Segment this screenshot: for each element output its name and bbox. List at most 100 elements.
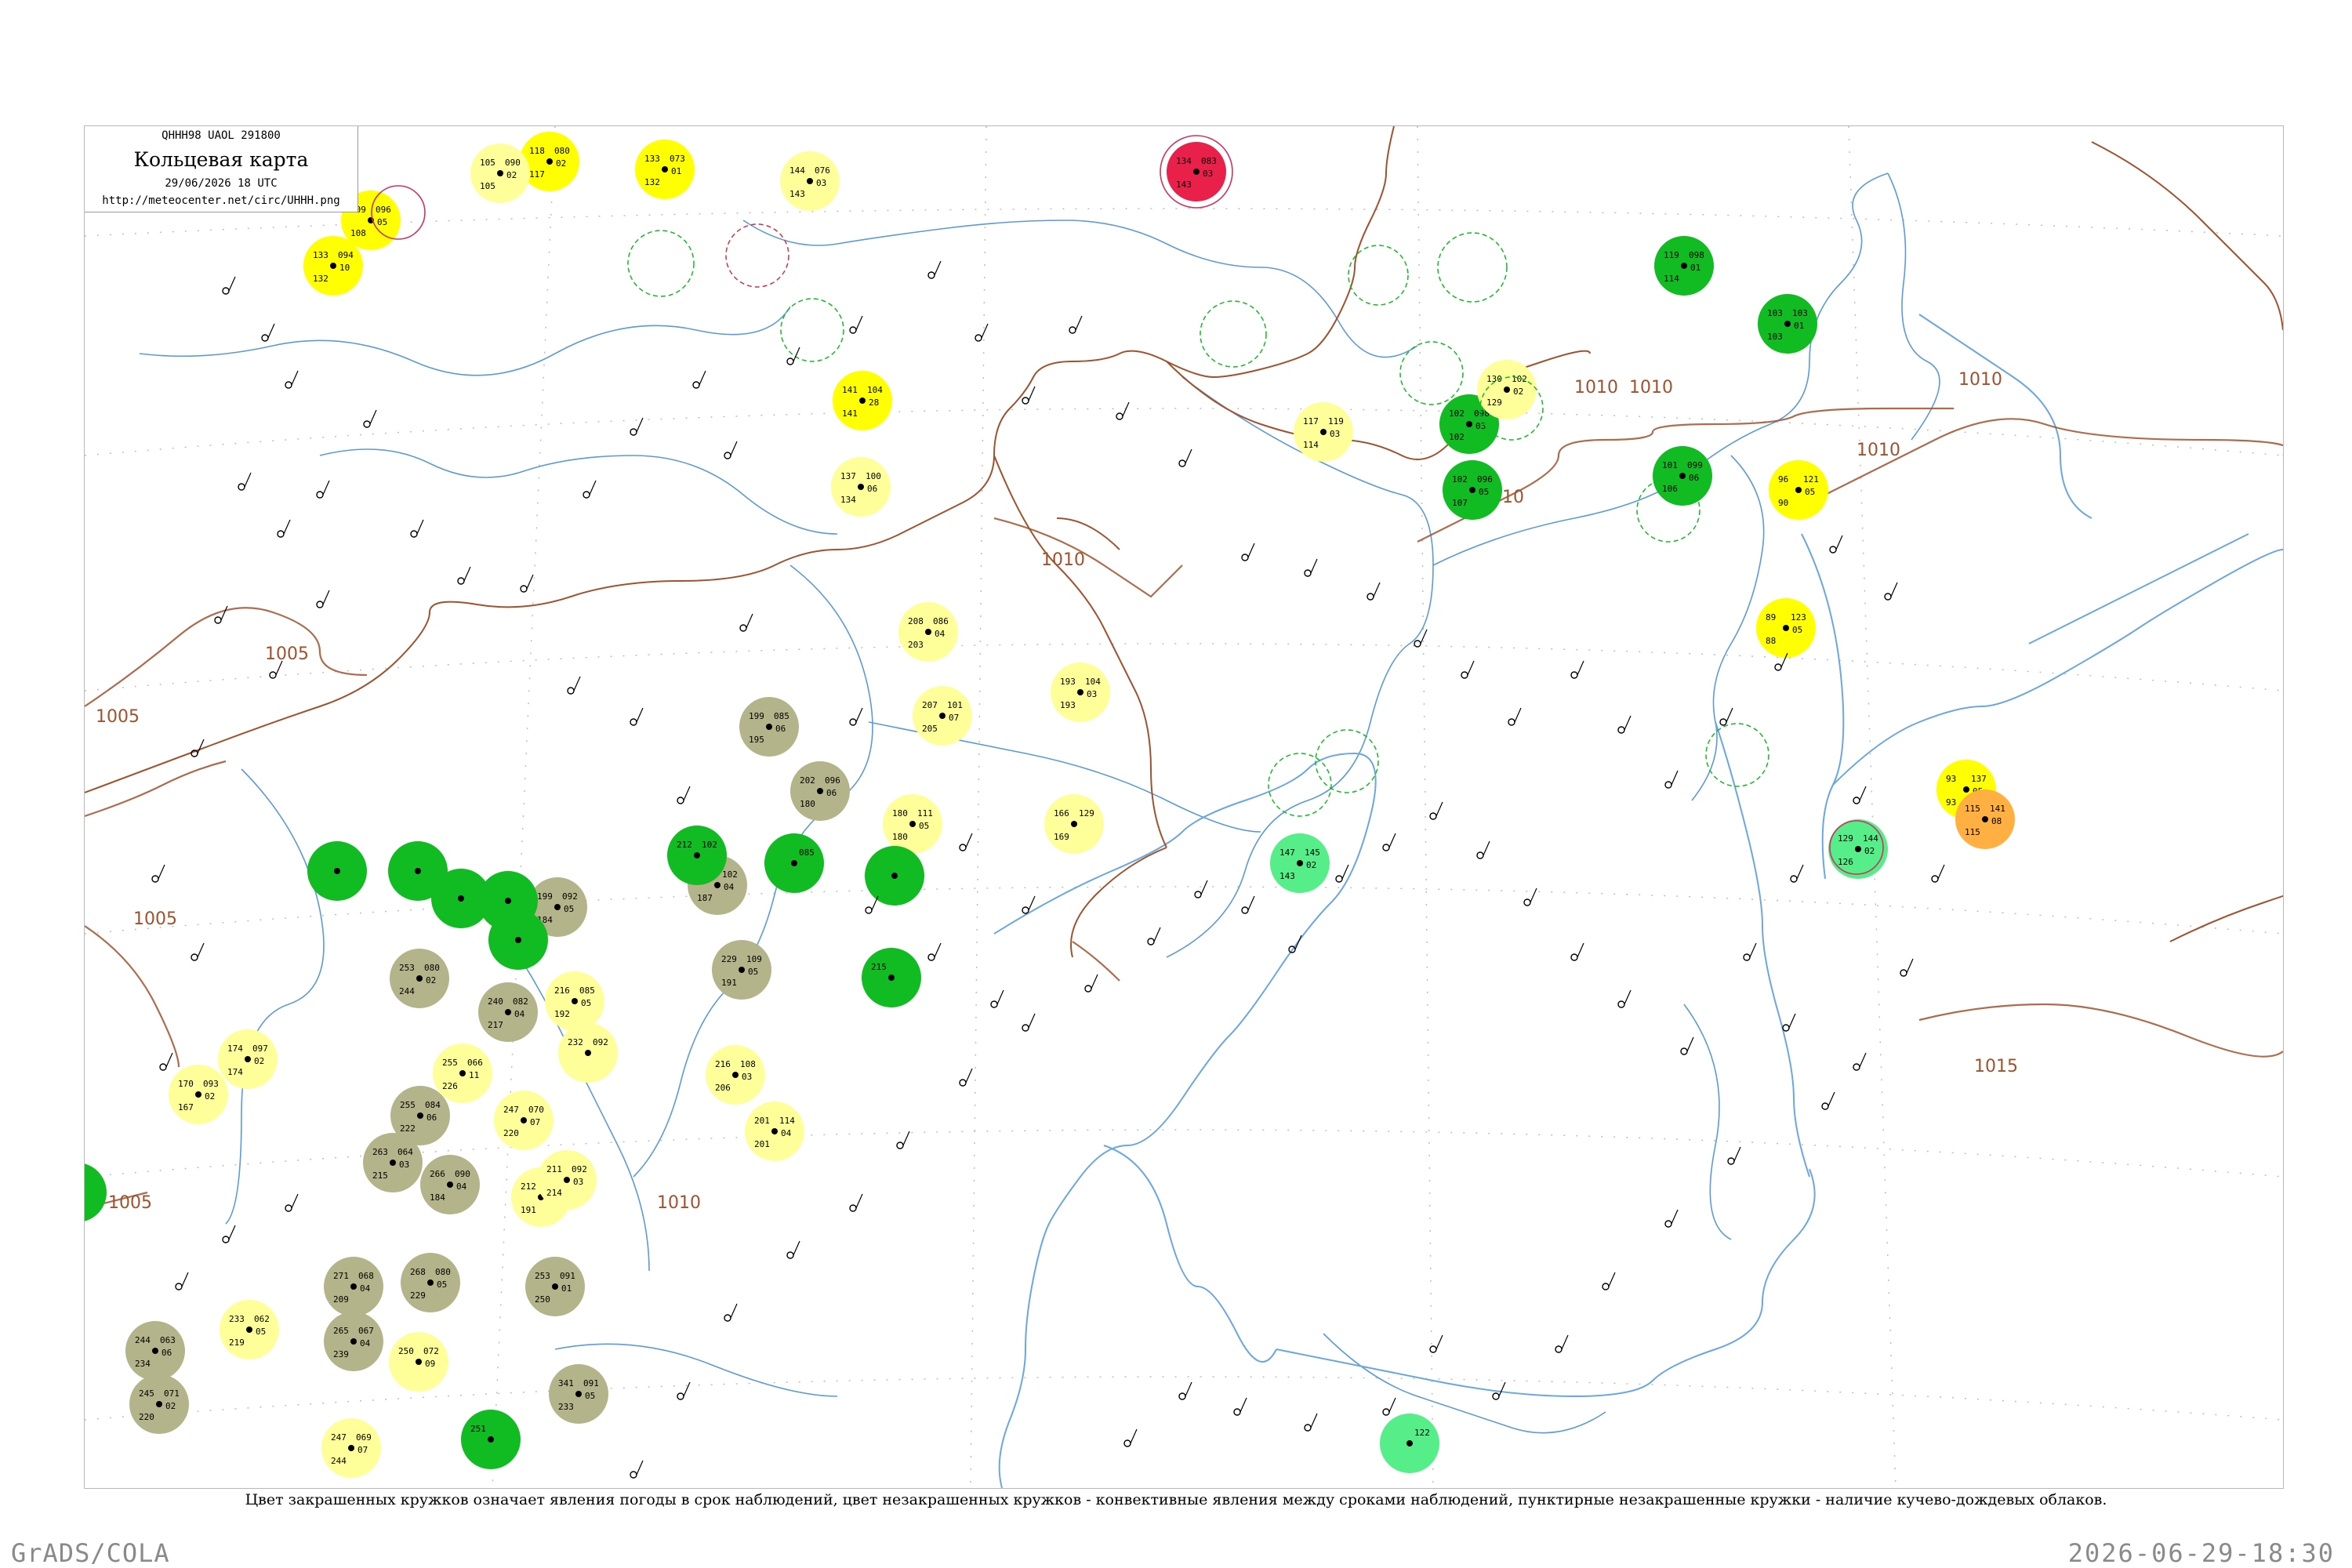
wind-barb bbox=[416, 519, 424, 535]
station-marker bbox=[191, 953, 198, 961]
station-dot bbox=[330, 263, 336, 269]
weather-station: 271 068 04 209 bbox=[324, 1257, 383, 1316]
station-tendency: 02 bbox=[556, 158, 566, 169]
station-tendency: 05 bbox=[1479, 487, 1489, 497]
station-temperature: 247 bbox=[331, 1432, 347, 1443]
station-dewpoint: 233 bbox=[558, 1402, 574, 1412]
weather-station: 202 096 06 180 bbox=[790, 761, 850, 821]
station-pressure: 091 bbox=[583, 1378, 599, 1388]
station-dot bbox=[891, 873, 898, 879]
station-temperature: 133 bbox=[313, 250, 328, 260]
station-marker bbox=[1743, 953, 1751, 961]
station-dot bbox=[732, 1072, 739, 1078]
station-pressure: 092 bbox=[572, 1164, 587, 1174]
borders bbox=[85, 126, 2283, 958]
wind-barb bbox=[1624, 989, 1632, 1005]
station-dewpoint: 114 bbox=[1303, 440, 1319, 450]
station-dewpoint: 129 bbox=[1486, 397, 1502, 408]
station-dot bbox=[585, 1050, 591, 1056]
station-dot bbox=[1469, 487, 1475, 493]
weather-station: 174 097 02 174 bbox=[218, 1029, 278, 1089]
wind-barb bbox=[158, 864, 165, 880]
station-weather-circle bbox=[85, 1163, 107, 1221]
wind-barb bbox=[1733, 1146, 1741, 1162]
weather-station: 96 121 05 90 bbox=[1769, 460, 1828, 520]
station-temperature: 193 bbox=[1060, 677, 1076, 687]
station-pressure: 103 bbox=[1792, 308, 1808, 318]
station-temperature: 102 bbox=[1449, 408, 1465, 419]
station-tendency: 04 bbox=[935, 629, 946, 639]
station-dot bbox=[350, 1283, 357, 1290]
station-pressure: 099 bbox=[1687, 460, 1703, 470]
station-dewpoint: 169 bbox=[1054, 832, 1069, 842]
station-marker bbox=[1790, 875, 1798, 883]
station-tendency: 08 bbox=[1991, 816, 2002, 826]
station-pressure: 104 bbox=[1085, 677, 1101, 687]
station-pressure: 114 bbox=[779, 1116, 795, 1126]
station-dot bbox=[888, 975, 895, 981]
station-pressure: 108 bbox=[740, 1059, 756, 1069]
station-marker bbox=[1664, 1220, 1672, 1228]
station-pressure: 085 bbox=[799, 848, 815, 858]
station-tendency: 07 bbox=[949, 713, 959, 723]
station-dewpoint: 205 bbox=[922, 724, 938, 734]
station-pressure: 091 bbox=[560, 1271, 575, 1281]
wind-barb bbox=[244, 472, 252, 488]
station-pressure: 063 bbox=[160, 1335, 176, 1345]
weather-station: 207 101 07 205 bbox=[913, 686, 972, 746]
station-marker bbox=[630, 1471, 637, 1479]
station-dot bbox=[766, 724, 772, 730]
wind-barb bbox=[220, 605, 228, 621]
wind-barb bbox=[1436, 1334, 1443, 1350]
wind-barb bbox=[699, 370, 706, 386]
wind-barb bbox=[981, 323, 989, 339]
weather-station: 253 091 01 250 bbox=[525, 1257, 585, 1316]
station-temperature: 144 bbox=[789, 165, 805, 176]
weather-station: 215 bbox=[862, 948, 921, 1007]
weather-station: 199 085 06 195 bbox=[739, 697, 799, 757]
station-tendency: 03 bbox=[1203, 169, 1213, 179]
station-pressure: 084 bbox=[425, 1100, 441, 1110]
weather-station: 166 129 169 bbox=[1044, 794, 1104, 854]
station-dewpoint: 187 bbox=[697, 893, 713, 903]
wind-barb bbox=[1796, 864, 1804, 880]
station-dot bbox=[390, 1160, 396, 1166]
station-tendency: 02 bbox=[1864, 846, 1875, 856]
weather-station: 245 071 02 220 bbox=[129, 1374, 189, 1434]
station-dot bbox=[714, 882, 720, 888]
weather-station: 244 063 06 234 bbox=[125, 1321, 185, 1381]
station-temperature: 229 bbox=[721, 954, 737, 964]
wind-barb bbox=[934, 260, 942, 276]
station-marker bbox=[1602, 1283, 1610, 1290]
station-marker bbox=[316, 601, 324, 608]
isobar-label: 1005 bbox=[133, 909, 177, 929]
station-temperature: 232 bbox=[568, 1037, 583, 1047]
station-marker bbox=[896, 1142, 904, 1149]
station-pressure: 096 bbox=[1477, 474, 1493, 485]
wind-barb bbox=[793, 1240, 800, 1256]
station-marker bbox=[269, 671, 277, 679]
station-tendency: 05 bbox=[564, 904, 574, 914]
station-tendency: 06 bbox=[826, 788, 837, 798]
station-dot bbox=[521, 1117, 527, 1123]
station-tendency: 05 bbox=[256, 1327, 266, 1337]
station-marker bbox=[1194, 891, 1202, 898]
weather-station: 255 066 11 226 bbox=[433, 1044, 492, 1103]
isobar-label: 1005 bbox=[265, 644, 309, 664]
station-marker bbox=[457, 577, 465, 585]
station-marker bbox=[1304, 1424, 1312, 1432]
wind-barb bbox=[1247, 543, 1255, 558]
station-temperature: 255 bbox=[400, 1100, 416, 1110]
station-dot bbox=[1784, 321, 1791, 327]
station-temperature: 89 bbox=[1766, 612, 1776, 622]
station-pressure: 097 bbox=[252, 1044, 268, 1054]
wind-barb bbox=[1671, 1209, 1679, 1225]
wind-barb bbox=[1028, 386, 1036, 401]
station-marker bbox=[214, 616, 222, 624]
station-dot bbox=[925, 629, 931, 635]
station-marker bbox=[410, 530, 418, 538]
station-tendency: 03 bbox=[1330, 429, 1340, 439]
station-dot bbox=[458, 895, 464, 902]
wind-barb bbox=[1608, 1272, 1616, 1287]
station-marker bbox=[927, 953, 935, 961]
